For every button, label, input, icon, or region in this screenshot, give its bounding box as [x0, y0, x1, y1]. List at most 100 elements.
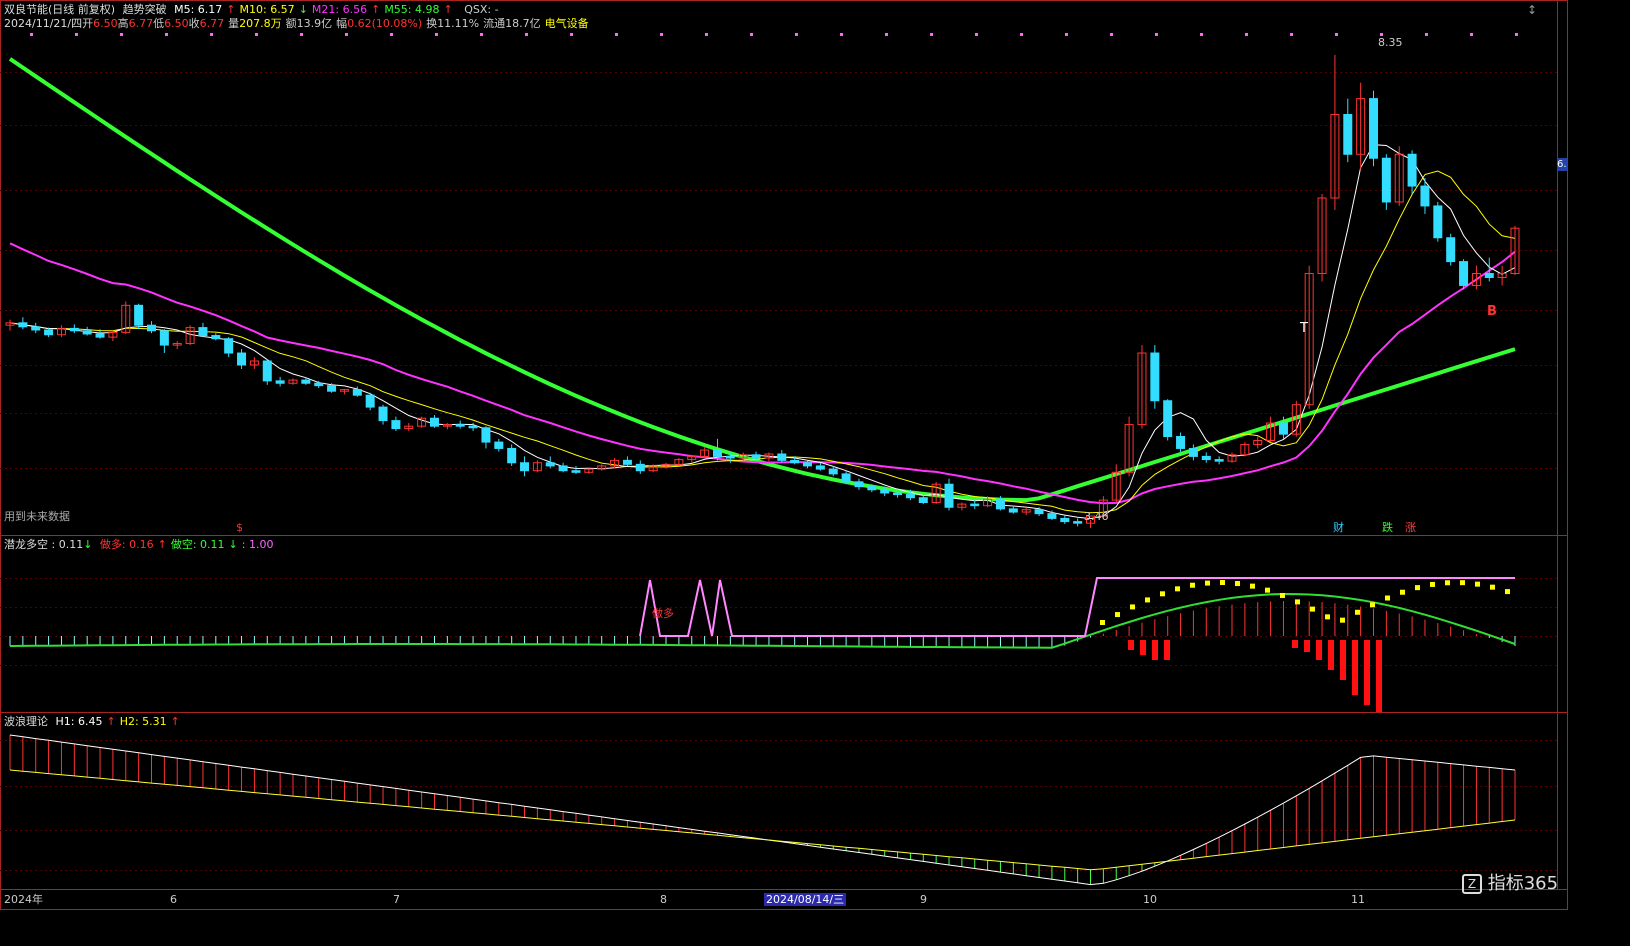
top-dot [705, 33, 708, 36]
p2-yellow-mark [1145, 597, 1150, 603]
main-panel [5, 54, 1520, 528]
candle-body [545, 462, 555, 467]
top-dot [840, 33, 843, 36]
p3-item-arrow-0: ↑ [106, 715, 116, 728]
top-dot [210, 33, 213, 36]
candle-body [159, 330, 169, 346]
p2-red-bar [1352, 640, 1358, 695]
t-signal: T [1300, 321, 1308, 336]
candle-body [95, 333, 105, 338]
b-signal: B [1487, 304, 1497, 319]
p2-yellow-mark [1280, 592, 1285, 598]
p2-red-bar [1140, 640, 1146, 655]
top-dot [1425, 33, 1428, 36]
p2-yellow-mark [1355, 609, 1360, 615]
top-dot [1335, 33, 1338, 36]
p2-red-bar [1164, 640, 1170, 660]
p3-item-arrow-1: ↑ [170, 715, 180, 728]
top-dot [345, 33, 348, 36]
p2-yellow-mark [1235, 581, 1240, 587]
top-dot [165, 33, 168, 36]
candle-body [1381, 157, 1391, 203]
candle-body [18, 322, 28, 328]
p2-yellow-mark [1445, 580, 1450, 586]
event-tag-1[interactable]: 跌 [1382, 521, 1393, 534]
candle-body [429, 417, 439, 427]
dollar-mark: $ [236, 521, 243, 534]
candle-body [82, 330, 92, 335]
candle-body [275, 380, 285, 384]
p2-yellow-mark [1160, 591, 1165, 597]
right-price-tag: 6. [1557, 158, 1567, 171]
p3-h2-line [9, 769, 1516, 871]
top-dot [1290, 33, 1293, 36]
event-tag-0[interactable]: 财 [1333, 521, 1344, 534]
future-data-note: 用到未来数据 [4, 510, 70, 523]
candle-body [391, 420, 401, 430]
event-tag-2[interactable]: 涨 [1405, 521, 1416, 534]
p2-red-bar [1316, 640, 1322, 660]
p2-yellow-mark [1385, 595, 1390, 601]
candle-body [558, 465, 568, 472]
candle-body [725, 455, 735, 459]
p2-yellow-mark [1490, 584, 1495, 590]
top-dot [1245, 33, 1248, 36]
candle-body [712, 449, 722, 457]
p2-yellow-mark [1190, 582, 1195, 588]
candle-body [146, 324, 156, 332]
top-dot [435, 33, 438, 36]
chart-canvas[interactable] [0, 0, 1568, 910]
top-dot [975, 33, 978, 36]
candle-body [44, 329, 54, 336]
candle-body [507, 447, 517, 464]
candle-body [1073, 521, 1083, 524]
x-label-0: 2024年 [4, 893, 43, 906]
panel2-title[interactable]: 潜龙多空 [4, 538, 48, 551]
candle-body [1201, 455, 1211, 461]
candle-body [1150, 352, 1160, 402]
p2-item-0: 做多: 0.16 [99, 538, 154, 551]
panel3-title[interactable]: 波浪理论 [4, 715, 48, 728]
candle-body [1278, 422, 1288, 435]
candle-body [327, 385, 337, 392]
panel3-legend: 波浪理论 H1: 6.45 ↑ H2: 5.31 ↑ [4, 715, 188, 728]
p2-red-bar [1152, 640, 1158, 660]
candle-body [198, 327, 208, 337]
p2-yellow-mark [1220, 580, 1225, 586]
candle-body [1188, 447, 1198, 457]
top-dot [1200, 33, 1203, 36]
p2-red-bar [1304, 640, 1310, 652]
candle-body [481, 427, 491, 443]
x-label-3: 8 [660, 893, 667, 906]
top-dot [930, 33, 933, 36]
p2-red-bar [1128, 640, 1134, 650]
top-dot [570, 33, 573, 36]
p2-yellow-mark [1460, 580, 1465, 586]
low-price-label: 3.46 [1084, 510, 1109, 523]
panel2-series-legend: 做多: 0.16 ↑ 做空: 0.11 ↓: 1.00 [100, 538, 282, 551]
p2-yellow-mark [1295, 599, 1300, 605]
p2-yellow-mark [1115, 612, 1120, 618]
candle-body [1484, 273, 1494, 279]
p2-yellow-mark [1175, 586, 1180, 592]
candle-body [1034, 509, 1044, 515]
candle-body [1060, 517, 1070, 523]
p2-red-bar [1376, 640, 1382, 712]
p2-item-1: 做空: 0.11 [170, 538, 225, 551]
candle-body [237, 352, 247, 366]
candle-body [224, 338, 234, 354]
p2-yellow-mark [1205, 580, 1210, 586]
top-dot [390, 33, 393, 36]
x-label-7: 11 [1351, 893, 1365, 906]
panel3-series-legend: H1: 6.45 ↑ H2: 5.31 ↑ [56, 715, 184, 728]
candle-body [1433, 205, 1443, 239]
candle-body [378, 406, 388, 422]
candle-body [995, 498, 1005, 510]
top-dot [1065, 33, 1068, 36]
top-dot [255, 33, 258, 36]
candle-body [854, 481, 864, 488]
top-dot [885, 33, 888, 36]
candle-body [867, 486, 877, 491]
panel2-legend: 潜龙多空 : 0.11↓ 做多: 0.16 ↑ 做空: 0.11 ↓: 1.00 [4, 538, 285, 551]
candle-body [1407, 153, 1417, 187]
